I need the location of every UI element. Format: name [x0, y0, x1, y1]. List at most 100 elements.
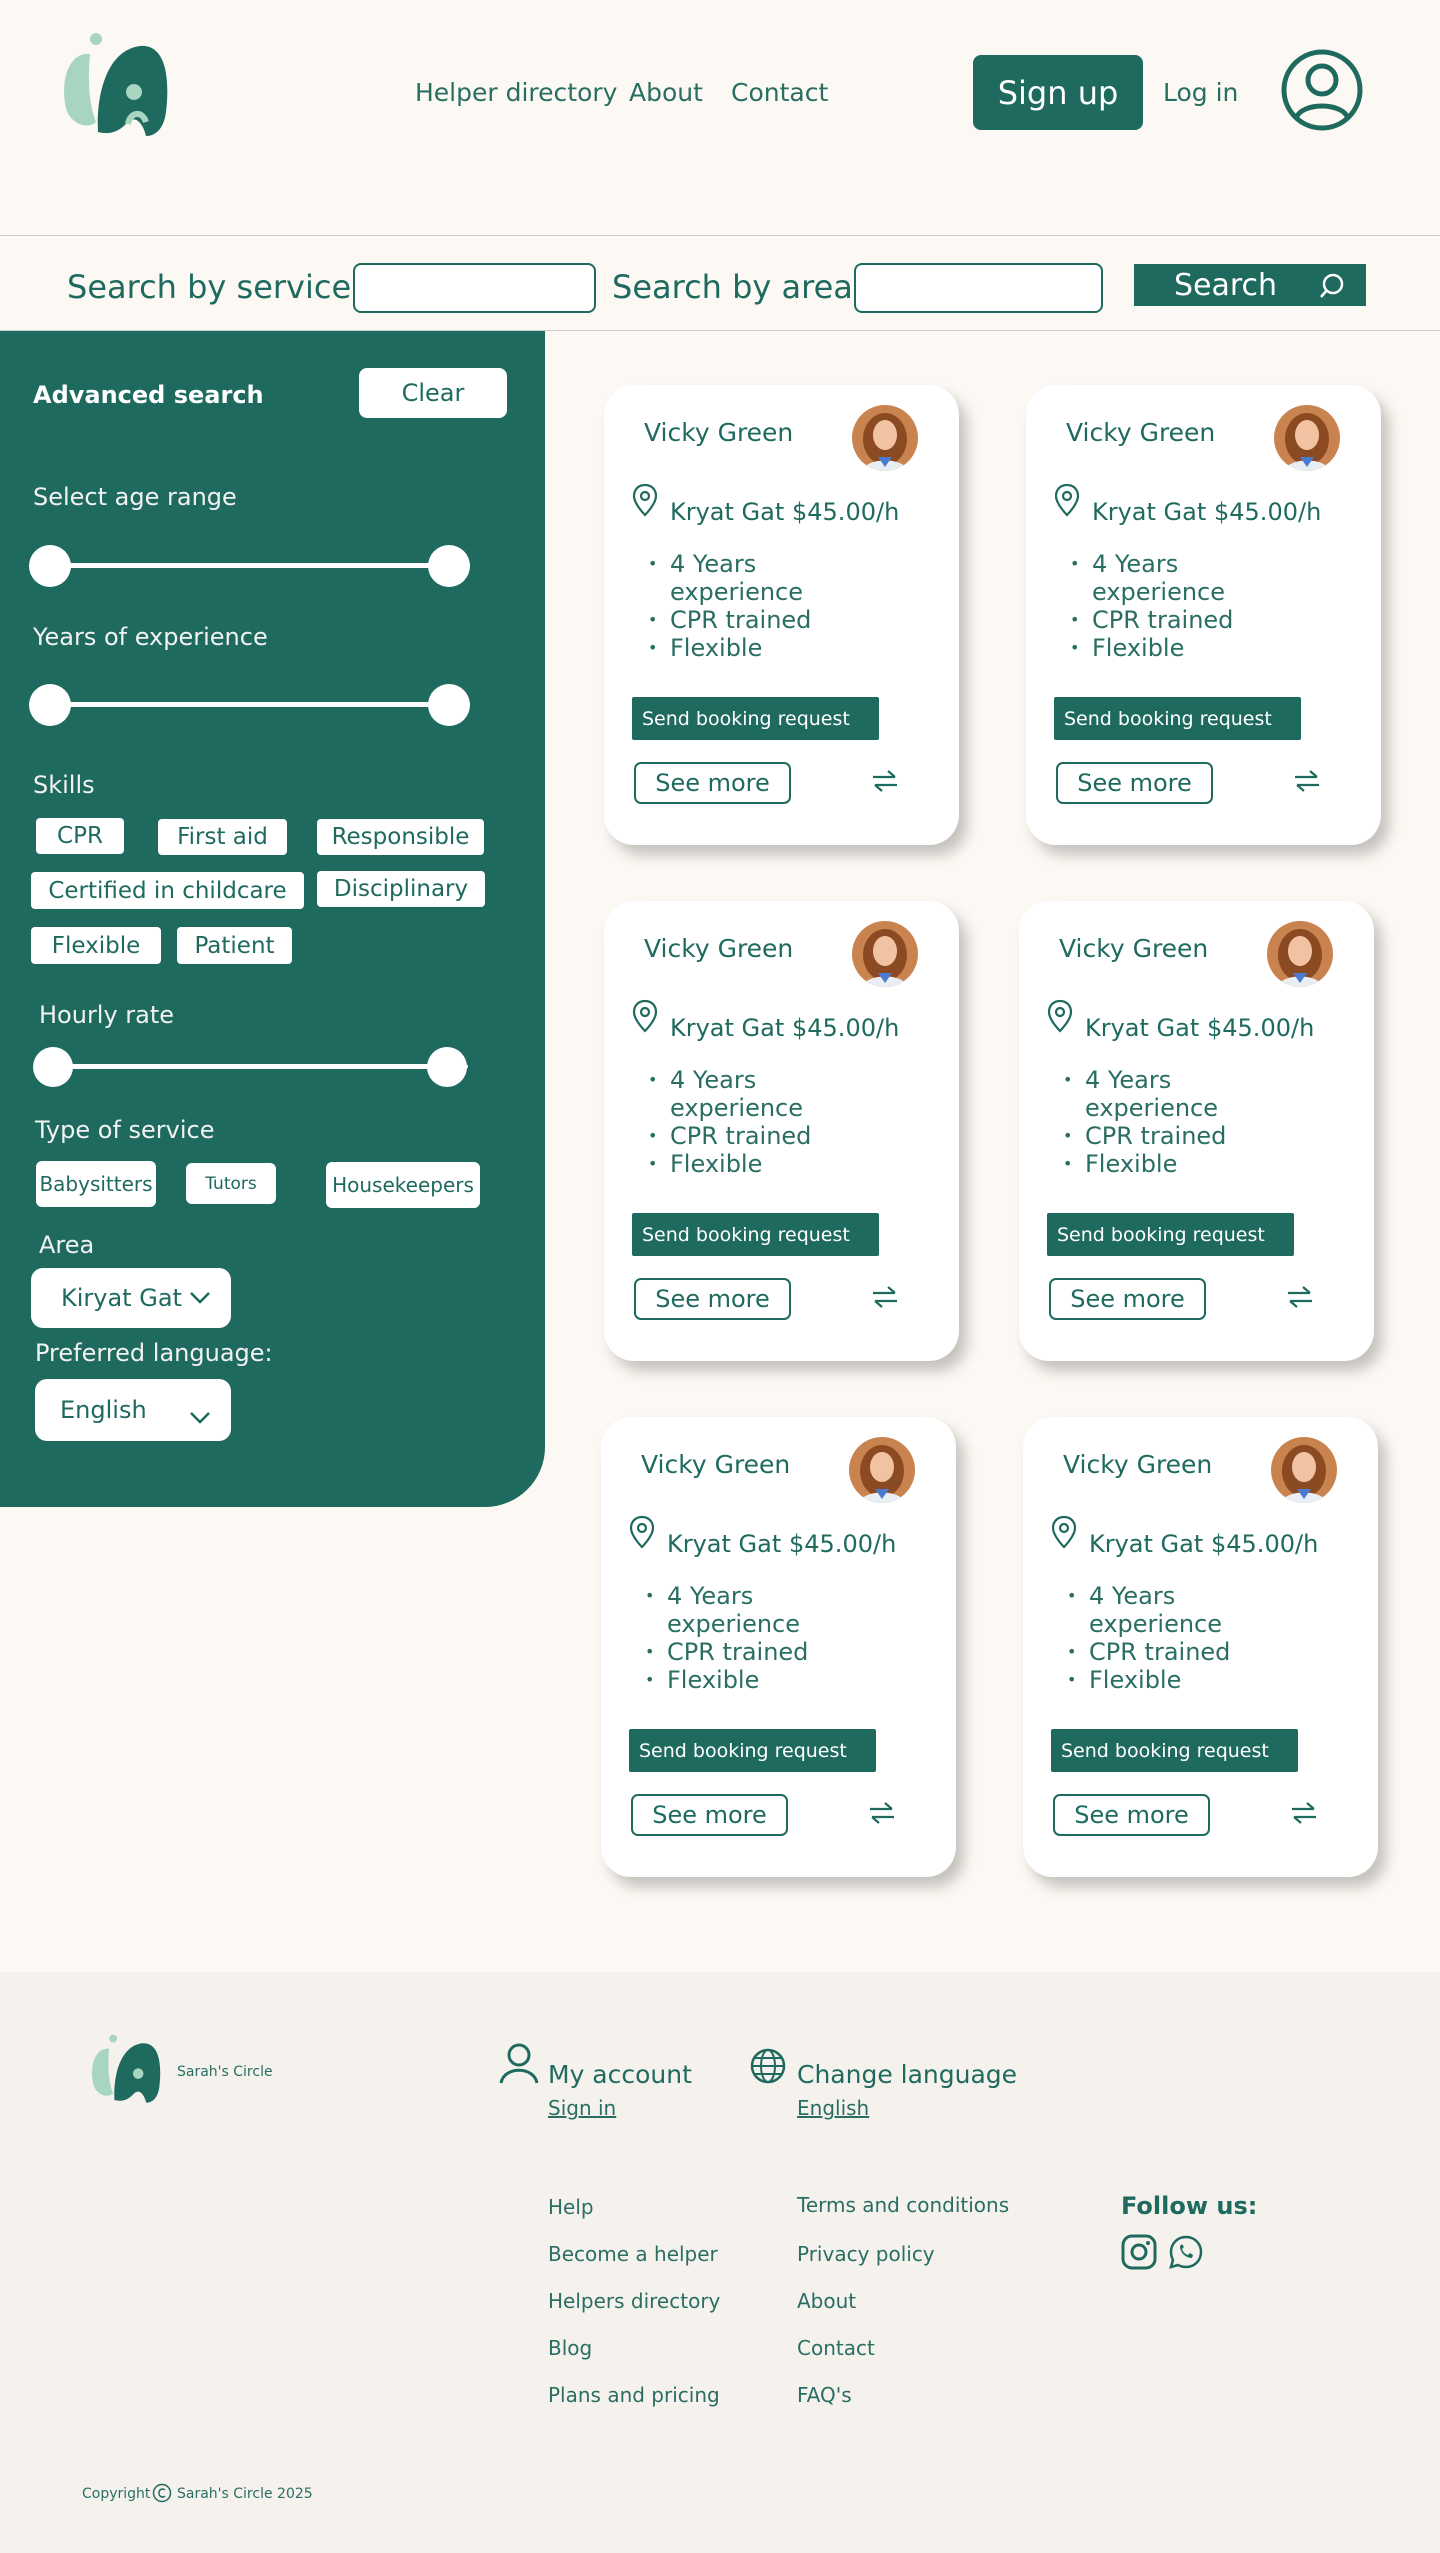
footer-link-faqs[interactable]: FAQ's: [797, 2383, 852, 2407]
age-slider-min-handle[interactable]: [29, 545, 71, 587]
list-item: Flexible: [645, 1666, 845, 1694]
service-chip-tutors[interactable]: Tutors: [186, 1163, 276, 1204]
location-pin-icon: [1047, 999, 1073, 1033]
location-pin-icon: [632, 483, 658, 517]
avatar[interactable]: [852, 921, 918, 987]
experience-label: Years of experience: [33, 623, 268, 651]
instagram-icon[interactable]: [1121, 2234, 1157, 2270]
send-booking-request-button[interactable]: Send booking request: [632, 697, 879, 740]
compare-arrows-icon[interactable]: [1289, 1800, 1319, 1826]
user-circle-icon[interactable]: [1280, 48, 1364, 132]
list-item: CPR trained: [1070, 606, 1270, 634]
footer-link-blog[interactable]: Blog: [548, 2336, 592, 2360]
footer-link-help[interactable]: Help: [548, 2195, 594, 2219]
footer-link-contact[interactable]: Contact: [797, 2336, 875, 2360]
helper-card[interactable]: Vicky Green Kryat Gat $45.00/h 4 Years e…: [604, 385, 959, 845]
footer-link-helpers-directory[interactable]: Helpers directory: [548, 2289, 720, 2313]
signup-button[interactable]: Sign up: [973, 55, 1143, 130]
list-item: 4 Years experience: [648, 1066, 848, 1122]
compare-arrows-icon[interactable]: [867, 1800, 897, 1826]
compare-arrows-icon[interactable]: [870, 1284, 900, 1310]
nav-contact[interactable]: Contact: [731, 78, 828, 107]
sign-in-link[interactable]: Sign in: [548, 2096, 616, 2120]
experience-slider-max-handle[interactable]: [428, 684, 470, 726]
helper-rate: $45.00/h: [1211, 1530, 1319, 1558]
service-chip-babysitters[interactable]: Babysitters: [36, 1161, 156, 1207]
avatar[interactable]: [1267, 921, 1333, 987]
list-item: Flexible: [648, 634, 848, 662]
area-select[interactable]: Kiryat Gat: [31, 1268, 231, 1328]
helper-rate: $45.00/h: [789, 1530, 897, 1558]
footer-link-terms[interactable]: Terms and conditions: [797, 2193, 1009, 2217]
sarahs-circle-logo-icon[interactable]: [88, 2034, 162, 2104]
send-booking-request-button[interactable]: Send booking request: [1051, 1729, 1298, 1772]
helper-name[interactable]: Vicky Green: [641, 1450, 790, 1479]
compare-arrows-icon[interactable]: [1292, 768, 1322, 794]
avatar[interactable]: [849, 1437, 915, 1503]
advanced-search-panel: Advanced search Clear Select age range Y…: [0, 331, 545, 1507]
compare-arrows-icon[interactable]: [870, 768, 900, 794]
list-item: CPR trained: [1067, 1638, 1267, 1666]
avatar[interactable]: [1274, 405, 1340, 471]
skill-chip-responsible[interactable]: Responsible: [317, 819, 484, 855]
clear-button[interactable]: Clear: [359, 368, 507, 418]
login-link[interactable]: Log in: [1163, 78, 1238, 107]
footer-link-plans-pricing[interactable]: Plans and pricing: [548, 2383, 720, 2407]
list-item: 4 Years experience: [1070, 550, 1270, 606]
see-more-button[interactable]: See more: [631, 1794, 788, 1836]
skill-chip-certified-childcare[interactable]: Certified in childcare: [31, 872, 304, 909]
see-more-button[interactable]: See more: [1053, 1794, 1210, 1836]
helper-card[interactable]: Vicky Green Kryat Gat $45.00/h 4 Years e…: [604, 901, 959, 1361]
see-more-button[interactable]: See more: [634, 762, 791, 804]
compare-arrows-icon[interactable]: [1285, 1284, 1315, 1310]
my-account-label: My account: [548, 2060, 692, 2089]
helper-name[interactable]: Vicky Green: [644, 934, 793, 963]
avatar[interactable]: [1271, 1437, 1337, 1503]
helper-card[interactable]: Vicky Green Kryat Gat $45.00/h 4 Years e…: [1023, 1417, 1378, 1877]
send-booking-request-button[interactable]: Send booking request: [1054, 697, 1301, 740]
skill-chip-cpr[interactable]: CPR: [36, 818, 124, 854]
rate-slider-track[interactable]: [54, 1064, 468, 1069]
avatar[interactable]: [852, 405, 918, 471]
search-button[interactable]: Search: [1134, 264, 1366, 306]
footer-link-privacy[interactable]: Privacy policy: [797, 2242, 935, 2266]
search-service-input[interactable]: [353, 263, 596, 313]
helper-name[interactable]: Vicky Green: [644, 418, 793, 447]
whatsapp-icon[interactable]: [1168, 2234, 1204, 2270]
skill-chip-disciplinary[interactable]: Disciplinary: [317, 871, 485, 907]
list-item: Flexible: [1063, 1150, 1263, 1178]
send-booking-request-button[interactable]: Send booking request: [632, 1213, 879, 1256]
nav-helper-directory[interactable]: Helper directory: [415, 78, 617, 107]
language-select[interactable]: English: [35, 1379, 231, 1441]
footer-link-become-helper[interactable]: Become a helper: [548, 2242, 718, 2266]
experience-slider-track[interactable]: [50, 702, 470, 707]
helper-card[interactable]: Vicky Green Kryat Gat $45.00/h 4 Years e…: [1019, 901, 1374, 1361]
see-more-button[interactable]: See more: [1049, 1278, 1206, 1320]
footer-link-about[interactable]: About: [797, 2289, 856, 2313]
skill-chip-flexible[interactable]: Flexible: [31, 927, 161, 964]
nav-about[interactable]: About: [629, 78, 703, 107]
experience-slider-min-handle[interactable]: [29, 684, 71, 726]
rate-slider-max-handle[interactable]: [427, 1047, 467, 1087]
helper-location: Kryat Gat: [1085, 1014, 1200, 1042]
helper-name[interactable]: Vicky Green: [1059, 934, 1208, 963]
location-pin-icon: [1051, 1515, 1077, 1549]
search-area-input[interactable]: [854, 263, 1103, 313]
send-booking-request-button[interactable]: Send booking request: [1047, 1213, 1294, 1256]
see-more-button[interactable]: See more: [1056, 762, 1213, 804]
age-slider-track[interactable]: [50, 563, 470, 568]
rate-slider-min-handle[interactable]: [33, 1047, 73, 1087]
see-more-button[interactable]: See more: [634, 1278, 791, 1320]
send-booking-request-button[interactable]: Send booking request: [629, 1729, 876, 1772]
service-chip-housekeepers[interactable]: Housekeepers: [326, 1162, 480, 1208]
sarahs-circle-logo-icon[interactable]: [58, 32, 170, 138]
helper-card[interactable]: Vicky Green Kryat Gat $45.00/h 4 Years e…: [1026, 385, 1381, 845]
globe-icon: [750, 2048, 786, 2084]
skill-chip-first-aid[interactable]: First aid: [158, 819, 287, 855]
language-english-link[interactable]: English: [797, 2096, 869, 2120]
skill-chip-patient[interactable]: Patient: [177, 927, 292, 964]
helper-card[interactable]: Vicky Green Kryat Gat $45.00/h 4 Years e…: [601, 1417, 956, 1877]
helper-name[interactable]: Vicky Green: [1063, 1450, 1212, 1479]
age-slider-max-handle[interactable]: [428, 545, 470, 587]
helper-name[interactable]: Vicky Green: [1066, 418, 1215, 447]
